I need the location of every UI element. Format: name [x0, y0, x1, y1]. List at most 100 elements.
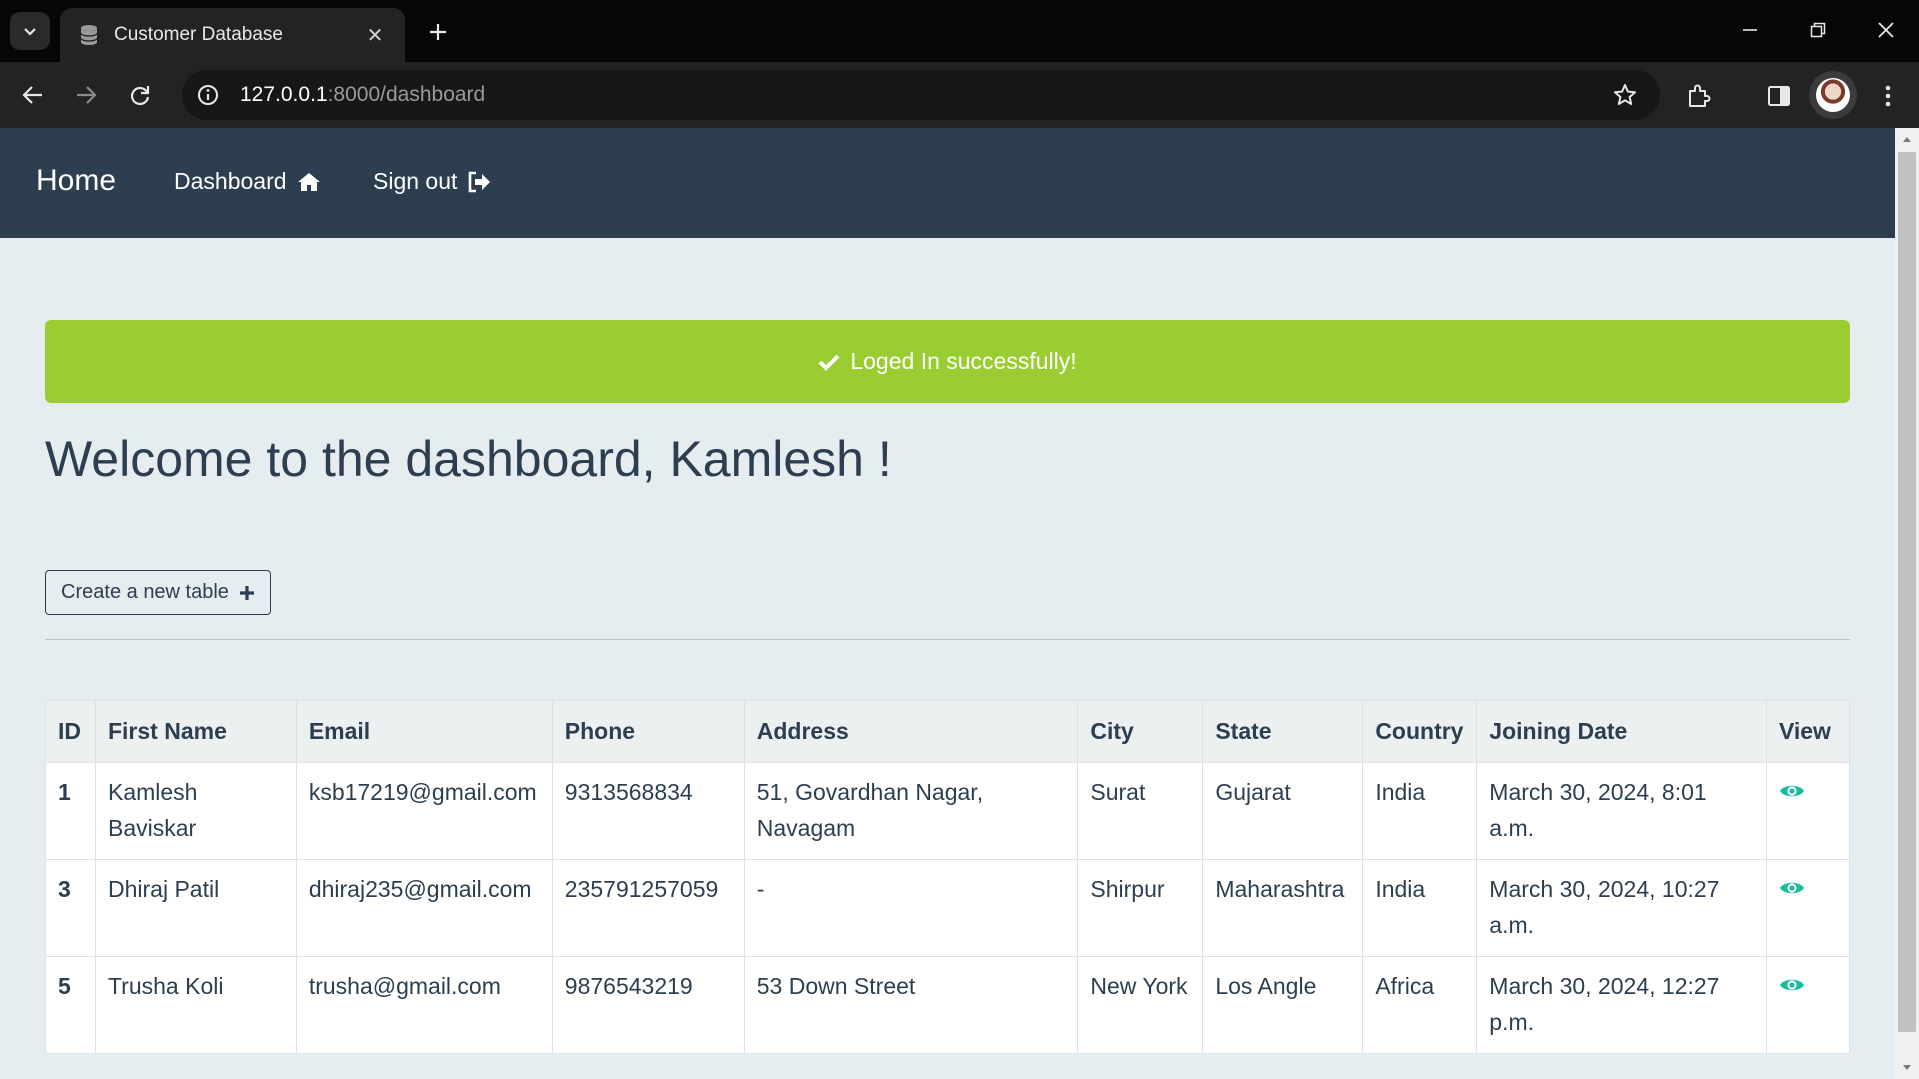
scroll-down-arrow-icon[interactable]: [1895, 1059, 1919, 1077]
cell-joining-date: March 30, 2024, 10:27 a.m.: [1476, 859, 1767, 957]
url-text: 127.0.0.1:8000/dashboard: [240, 83, 486, 106]
extensions-icon[interactable]: [1681, 78, 1717, 114]
cell-email: dhiraj235@gmail.com: [295, 859, 553, 957]
minimize-button[interactable]: [1716, 0, 1784, 60]
nav-dashboard-label: Dashboard: [174, 168, 287, 194]
nav-dashboard-link[interactable]: Dashboard: [174, 168, 321, 195]
table-row: 5 Trusha Koli trusha@gmail.com 987654321…: [45, 956, 1851, 1054]
cell-id: 3: [45, 859, 96, 957]
arrow-left-icon: [22, 86, 42, 104]
plus-icon: [239, 585, 254, 600]
alert-message: Loged In successfully!: [850, 348, 1077, 374]
browser-toolbar: 127.0.0.1:8000/dashboard: [0, 62, 1919, 128]
cell-first-name: Dhiraj Patil: [94, 859, 297, 957]
close-tab-icon[interactable]: ✕: [363, 23, 387, 48]
column-header: First Name: [94, 700, 297, 763]
column-header: Joining Date: [1476, 700, 1767, 763]
cell-first-name: Kamlesh Baviskar: [94, 762, 297, 860]
chevron-down-icon: [24, 28, 36, 36]
nav-signout-label: Sign out: [373, 168, 458, 194]
table-row: 1 Kamlesh Baviskar ksb17219@gmail.com 93…: [45, 762, 1851, 860]
site-info-icon[interactable]: [190, 77, 226, 113]
customer-table: ID First Name Email Phone Address City S…: [45, 700, 1851, 1054]
minimize-icon: [1743, 29, 1757, 31]
welcome-heading: Welcome to the dashboard, Kamlesh !: [45, 431, 892, 487]
tab-title: Customer Database: [114, 24, 283, 45]
column-header: Phone: [551, 700, 745, 763]
cell-view: [1765, 859, 1851, 957]
column-header: ID: [45, 700, 96, 763]
scroll-up-arrow-icon[interactable]: [1895, 130, 1919, 148]
column-header: State: [1202, 700, 1364, 763]
create-table-button[interactable]: Create a new table: [45, 570, 271, 615]
cell-joining-date: March 30, 2024, 12:27 p.m.: [1476, 956, 1767, 1054]
column-header: Email: [295, 700, 553, 763]
cell-address: 53 Down Street: [743, 956, 1079, 1054]
database-icon: [78, 24, 100, 46]
scroll-thumb[interactable]: [1898, 152, 1916, 1032]
table-header-row: ID First Name Email Phone Address City S…: [45, 700, 1851, 763]
cell-id: 5: [45, 956, 96, 1054]
eye-icon[interactable]: [1779, 879, 1805, 897]
back-button[interactable]: [14, 76, 52, 114]
eye-icon[interactable]: [1779, 976, 1805, 994]
cell-country: India: [1362, 859, 1478, 957]
cell-state: Maharashtra: [1202, 859, 1364, 957]
site-navbar: Home Dashboard Sign out: [0, 128, 1895, 238]
cell-email: trusha@gmail.com: [295, 956, 553, 1054]
nav-signout-link[interactable]: Sign out: [373, 168, 491, 195]
cell-phone: 9876543219: [551, 956, 745, 1054]
plus-icon: [430, 24, 446, 40]
cell-address: 51, Govardhan Nagar, Navagam: [743, 762, 1079, 860]
divider: [45, 639, 1850, 640]
arrow-right-icon: [77, 86, 97, 104]
cell-state: Gujarat: [1202, 762, 1364, 860]
page-viewport: Home Dashboard Sign out Loged In success…: [0, 128, 1895, 1079]
reload-icon: [130, 86, 150, 106]
profile-avatar[interactable]: [1809, 71, 1857, 119]
check-icon: [818, 354, 840, 371]
column-header: View: [1765, 700, 1851, 763]
sign-out-icon: [469, 171, 491, 192]
cell-city: Surat: [1077, 762, 1204, 860]
tab-search-button[interactable]: [10, 12, 50, 50]
cell-state: Los Angle: [1202, 956, 1364, 1054]
bookmark-star-icon[interactable]: [1610, 80, 1640, 110]
restore-icon: [1810, 22, 1826, 38]
cell-first-name: Trusha Koli: [94, 956, 297, 1054]
cell-phone: 235791257059: [551, 859, 745, 957]
table-row: 3 Dhiraj Patil dhiraj235@gmail.com 23579…: [45, 859, 1851, 957]
close-icon: [1878, 22, 1894, 38]
cell-view: [1765, 956, 1851, 1054]
home-icon: [297, 172, 320, 191]
page-scrollbar[interactable]: [1895, 128, 1919, 1079]
avatar-image: [1816, 78, 1850, 112]
side-panel-icon[interactable]: [1761, 78, 1797, 114]
cell-country: India: [1362, 762, 1478, 860]
cell-id: 1: [45, 762, 96, 860]
cell-address: -: [743, 859, 1079, 957]
restore-button[interactable]: [1784, 0, 1852, 60]
column-header: Country: [1362, 700, 1478, 763]
browser-tab-bar: Customer Database ✕: [0, 0, 1919, 62]
create-table-label: Create a new table: [61, 581, 229, 603]
cell-view: [1765, 762, 1851, 860]
new-tab-button[interactable]: [420, 14, 456, 50]
cell-country: Africa: [1362, 956, 1478, 1054]
brand-home-link[interactable]: Home: [36, 164, 116, 198]
browser-menu-icon[interactable]: [1870, 78, 1906, 114]
eye-icon[interactable]: [1779, 782, 1805, 800]
cell-joining-date: March 30, 2024, 8:01 a.m.: [1476, 762, 1767, 860]
column-header: City: [1077, 700, 1204, 763]
close-window-button[interactable]: [1852, 0, 1919, 60]
cell-email: ksb17219@gmail.com: [295, 762, 553, 860]
column-header: Address: [743, 700, 1079, 763]
reload-button[interactable]: [121, 76, 159, 114]
address-bar[interactable]: 127.0.0.1:8000/dashboard: [182, 70, 1660, 120]
cell-city: Shirpur: [1077, 859, 1204, 957]
browser-tab[interactable]: Customer Database ✕: [60, 8, 405, 62]
cell-city: New York: [1077, 956, 1204, 1054]
cell-phone: 9313568834: [551, 762, 745, 860]
forward-button[interactable]: [67, 76, 105, 114]
success-alert: Loged In successfully!: [45, 320, 1850, 403]
